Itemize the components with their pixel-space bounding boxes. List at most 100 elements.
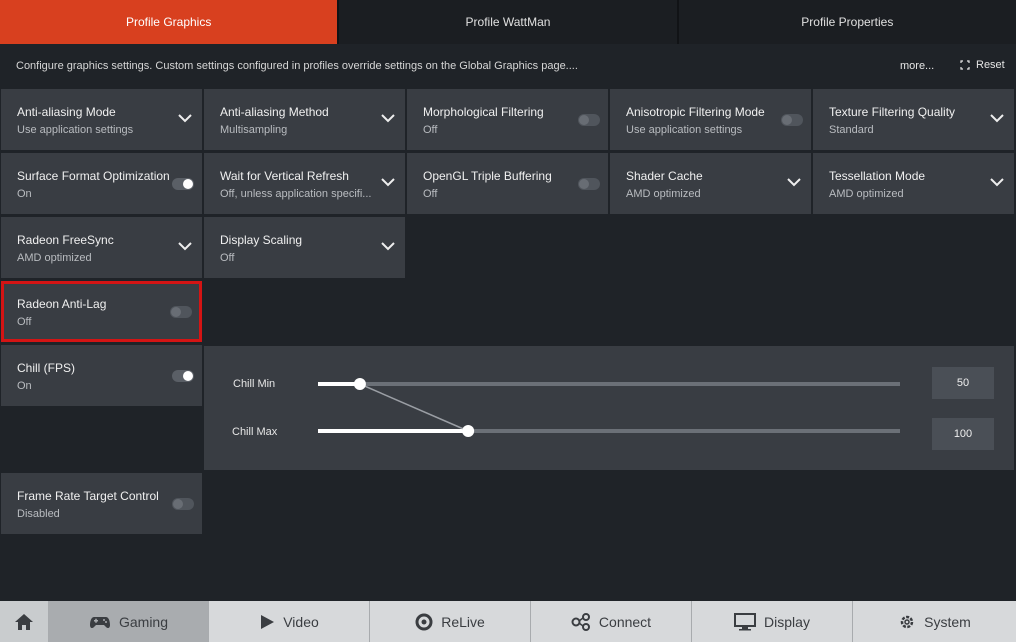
- tile-title: Anisotropic Filtering Mode: [626, 105, 765, 119]
- triple-buffering-toggle[interactable]: [578, 178, 600, 190]
- toggle-knob: [183, 371, 193, 381]
- nav-label: Gaming: [118, 613, 169, 630]
- tile-shader-cache[interactable]: Shader Cache AMD optimized: [610, 153, 811, 214]
- tile-title: Shader Cache: [626, 169, 703, 183]
- chevron-down-icon[interactable]: [787, 177, 801, 187]
- anisotropic-filtering-toggle[interactable]: [781, 114, 803, 126]
- nav-system[interactable]: System: [853, 601, 1016, 642]
- chill-toggle[interactable]: [172, 370, 194, 382]
- toggle-knob: [579, 179, 589, 189]
- tile-title: Surface Format Optimization: [17, 169, 170, 183]
- tile-value: Off: [423, 188, 438, 200]
- tile-value: Standard: [829, 124, 874, 136]
- nav-display[interactable]: Display: [692, 601, 853, 642]
- morphological-filtering-toggle[interactable]: [578, 114, 600, 126]
- chevron-down-icon[interactable]: [990, 177, 1004, 187]
- chill-min-thumb[interactable]: [353, 378, 366, 390]
- tile-value: AMD optimized: [17, 252, 92, 264]
- surface-format-toggle[interactable]: [172, 178, 194, 190]
- monitor-icon: [734, 612, 757, 630]
- relive-icon: [415, 613, 433, 630]
- chevron-down-icon[interactable]: [381, 177, 395, 187]
- nav-label: ReLive: [441, 613, 485, 630]
- tile-value: Off: [220, 252, 235, 264]
- tile-value: On: [17, 188, 32, 200]
- tile-morphological-filtering[interactable]: Morphological Filtering Off: [407, 89, 608, 150]
- more-link[interactable]: more...: [900, 60, 934, 72]
- reset-icon: [960, 60, 970, 70]
- toggle-knob: [173, 499, 183, 509]
- tile-title: Wait for Vertical Refresh: [220, 169, 349, 183]
- toggle-knob: [782, 115, 792, 125]
- tile-anti-aliasing-mode[interactable]: Anti-aliasing Mode Use application setti…: [1, 89, 202, 150]
- tile-title: Radeon Anti-Lag: [17, 297, 107, 311]
- chill-min-label: Chill Min: [233, 378, 276, 390]
- tile-display-scaling[interactable]: Display Scaling Off: [204, 217, 405, 278]
- nav-video[interactable]: Video: [209, 601, 370, 642]
- tile-title: Tessellation Mode: [829, 169, 926, 183]
- chill-sliders: [318, 378, 900, 437]
- tile-value: AMD optimized: [626, 188, 701, 200]
- tile-chill-fps[interactable]: Chill (FPS) On: [1, 345, 202, 406]
- chevron-down-icon[interactable]: [178, 241, 192, 251]
- profile-tabs: Profile Graphics Profile WattMan Profile…: [0, 0, 1016, 44]
- tile-title: Chill (FPS): [17, 361, 76, 375]
- toggle-knob: [579, 115, 589, 125]
- tile-value: Off: [17, 316, 32, 328]
- chill-link-line: [359, 383, 469, 432]
- nav-label: System: [924, 613, 971, 630]
- tile-value: Off, unless application specifi...: [220, 188, 372, 200]
- connect-icon: [571, 612, 590, 631]
- tile-value: AMD optimized: [829, 188, 904, 200]
- chill-min-value-box[interactable]: 50: [932, 367, 994, 399]
- toggle-knob: [171, 307, 181, 317]
- gear-icon: [900, 615, 914, 628]
- tab-profile-graphics[interactable]: Profile Graphics: [0, 0, 340, 44]
- tile-title: Radeon FreeSync: [17, 233, 114, 247]
- nav-label: Video: [283, 613, 319, 630]
- info-bar: Configure graphics settings. Custom sett…: [0, 44, 1016, 88]
- chill-max-label: Chill Max: [232, 426, 278, 438]
- page-description: Configure graphics settings. Custom sett…: [16, 60, 578, 72]
- reset-label: Reset: [976, 59, 1005, 71]
- tile-radeon-anti-lag[interactable]: Radeon Anti-Lag Off: [1, 281, 202, 342]
- radeon-anti-lag-toggle[interactable]: [170, 306, 192, 318]
- tile-value: On: [17, 380, 32, 392]
- tile-anti-aliasing-method[interactable]: Anti-aliasing Method Multisampling: [204, 89, 405, 150]
- play-icon: [261, 614, 275, 629]
- tile-tessellation-mode[interactable]: Tessellation Mode AMD optimized: [813, 153, 1014, 214]
- tile-radeon-freesync[interactable]: Radeon FreeSync AMD optimized: [1, 217, 202, 278]
- home-icon: [15, 613, 33, 630]
- chevron-down-icon[interactable]: [381, 113, 395, 123]
- nav-connect[interactable]: Connect: [531, 601, 692, 642]
- tile-surface-format-optimization[interactable]: Surface Format Optimization On: [1, 153, 202, 214]
- chevron-down-icon[interactable]: [381, 241, 395, 251]
- tile-title: OpenGL Triple Buffering: [423, 169, 552, 183]
- tile-anisotropic-filtering-mode[interactable]: Anisotropic Filtering Mode Use applicati…: [610, 89, 811, 150]
- chill-max-thumb[interactable]: [462, 425, 475, 437]
- bottom-nav: Gaming Video ReLive Connect Display Syst…: [0, 601, 1016, 642]
- tab-profile-properties[interactable]: Profile Properties: [678, 0, 1016, 44]
- tile-title: Morphological Filtering: [423, 105, 544, 119]
- tile-opengl-triple-buffering[interactable]: OpenGL Triple Buffering Off: [407, 153, 608, 214]
- chevron-down-icon[interactable]: [990, 113, 1004, 123]
- reset-button[interactable]: Reset: [960, 59, 1005, 71]
- nav-label: Display: [764, 613, 810, 630]
- tile-title: Anti-aliasing Method: [220, 105, 329, 119]
- chevron-down-icon[interactable]: [178, 113, 192, 123]
- chill-max-value-box[interactable]: 100: [932, 418, 994, 450]
- toggle-knob: [183, 179, 193, 189]
- tile-value: Off: [423, 124, 438, 136]
- tile-title: Display Scaling: [220, 233, 303, 247]
- tile-frame-rate-target-control[interactable]: Frame Rate Target Control Disabled: [1, 473, 202, 534]
- frame-rate-target-toggle[interactable]: [172, 498, 194, 510]
- tile-wait-for-vertical-refresh[interactable]: Wait for Vertical Refresh Off, unless ap…: [204, 153, 405, 214]
- nav-gaming[interactable]: Gaming: [49, 601, 209, 642]
- tab-profile-wattman[interactable]: Profile WattMan: [339, 0, 679, 44]
- gamepad-icon: [89, 616, 110, 628]
- tile-texture-filtering-quality[interactable]: Texture Filtering Quality Standard: [813, 89, 1014, 150]
- tile-title: Anti-aliasing Mode: [17, 105, 116, 119]
- nav-home[interactable]: [0, 601, 49, 642]
- nav-relive[interactable]: ReLive: [370, 601, 531, 642]
- tile-value: Use application settings: [626, 124, 743, 136]
